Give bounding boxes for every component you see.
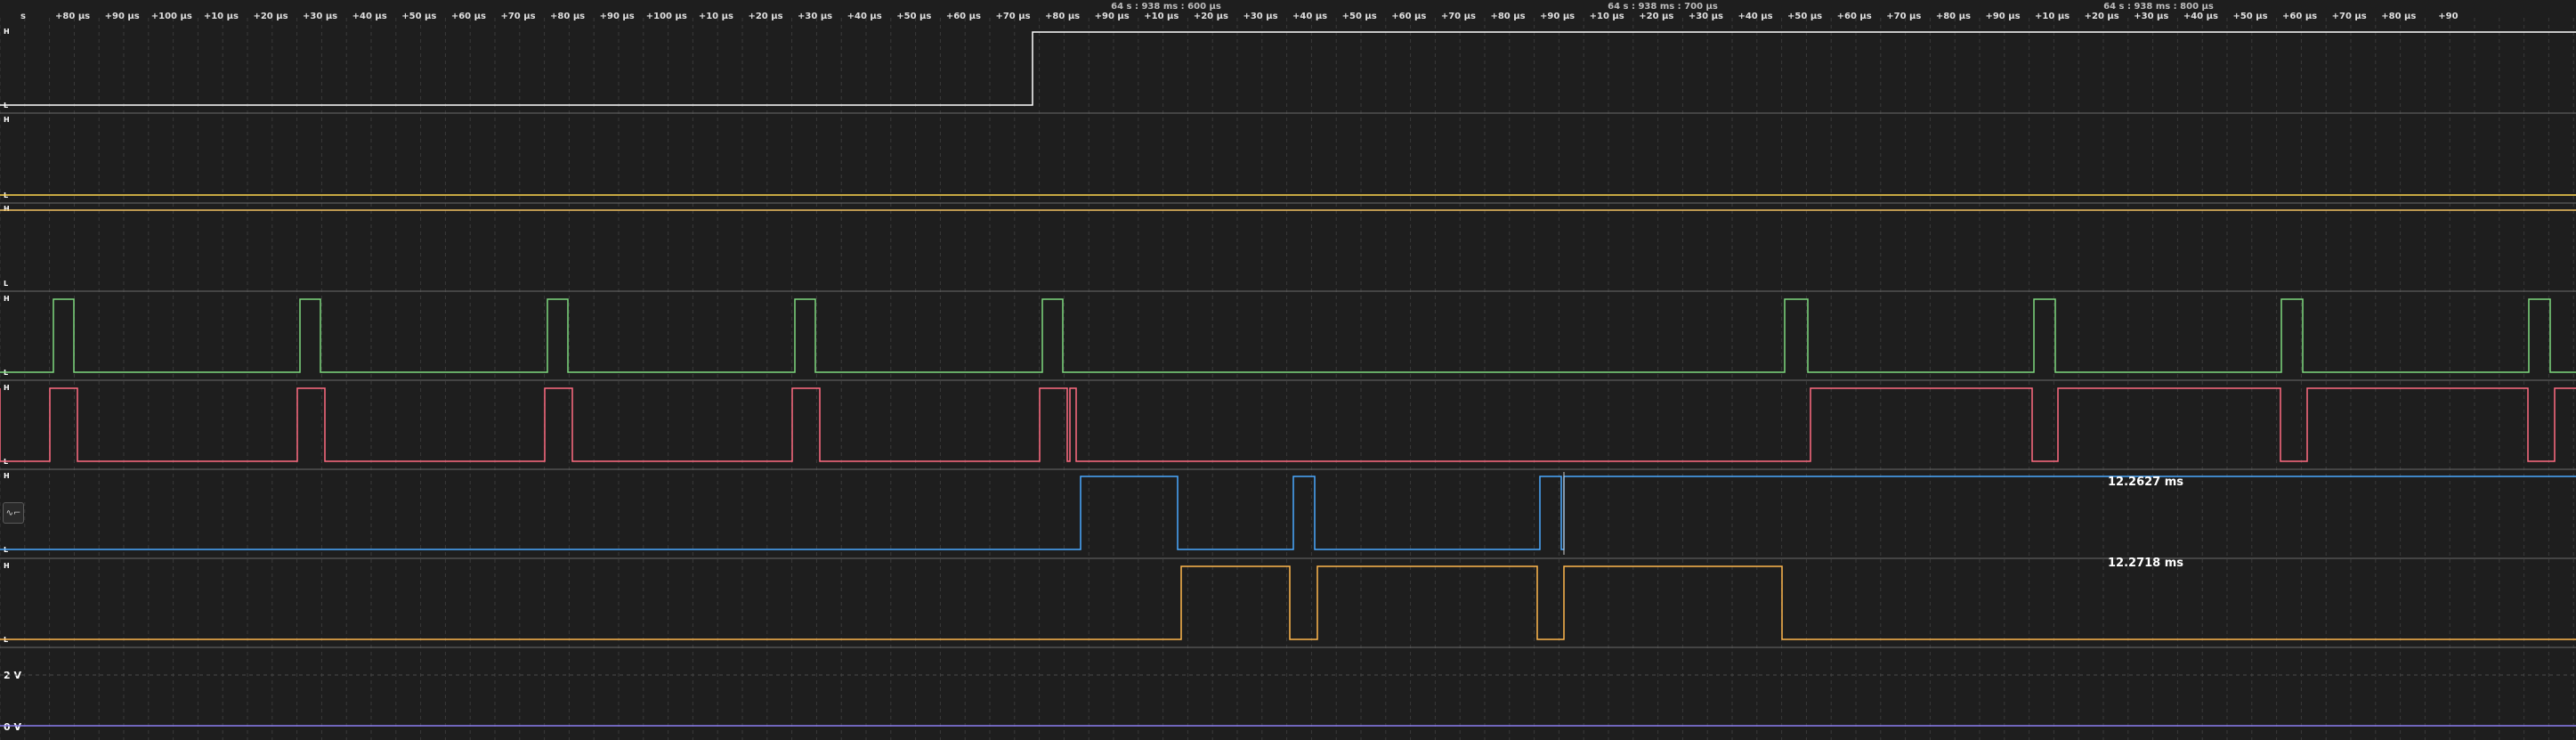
time-tick-label: +10 µs: [2035, 12, 2070, 21]
time-tick-label: +80 µs: [2381, 12, 2416, 21]
signal-trace-ch6: [0, 565, 2576, 640]
signal-trace-ch4: [0, 387, 2576, 462]
time-tick-label: +70 µs: [2332, 12, 2367, 21]
time-tick-label: +30 µs: [798, 12, 832, 21]
signal-trace-ch3: [0, 298, 2576, 373]
time-tick-label: +80 µs: [55, 12, 90, 21]
time-tick-label: +40 µs: [2183, 12, 2218, 21]
time-tick-label: +70 µs: [1886, 12, 1921, 21]
time-tick-label: +60 µs: [1391, 12, 1426, 21]
analog-bottom-label: 0 V: [4, 721, 21, 733]
time-tick-label: +80 µs: [1936, 12, 1971, 21]
time-tick-label: +30 µs: [303, 12, 337, 21]
time-tick-label: +90 µs: [1985, 12, 2020, 21]
time-tick-label: +20 µs: [2085, 12, 2119, 21]
time-tick-label: +20 µs: [1194, 12, 1228, 21]
time-major-label: 64 s : 938 ms : 700 µs: [1608, 2, 1718, 12]
time-tick-label: +10 µs: [1590, 12, 1624, 21]
time-tick-label: +80 µs: [1045, 12, 1080, 21]
time-tick-label: +20 µs: [253, 12, 288, 21]
signal-trace-ch0: [0, 31, 2576, 106]
time-tick-label: +80 µs: [550, 12, 585, 21]
time-tick-label: +30 µs: [2134, 12, 2168, 21]
time-tick-label: +50 µs: [401, 12, 436, 21]
time-tick-label: +40 µs: [1292, 12, 1327, 21]
level-high-label: H: [4, 116, 10, 124]
time-tick-label: +10 µs: [699, 12, 733, 21]
time-major-label: 64 s : 938 ms : 800 µs: [2103, 2, 2214, 12]
time-tick-label: +10 µs: [204, 12, 239, 21]
time-tick-label: +100 µs: [151, 12, 192, 21]
time-tick-label: +70 µs: [995, 12, 1030, 21]
time-tick-label: +10 µs: [1144, 12, 1179, 21]
time-tick-label: +90 µs: [600, 12, 635, 21]
time-tick-label: +80 µs: [1490, 12, 1525, 21]
signal-trace-ch5: [0, 476, 2576, 550]
time-tick-label: +50 µs: [1787, 12, 1822, 21]
time-major-label: 64 s : 938 ms : 600 µs: [1111, 2, 1221, 12]
time-tick-label: +20 µs: [748, 12, 782, 21]
waveform-tool-icon: ∿⌐: [5, 508, 21, 518]
time-tick-label: +40 µs: [352, 12, 387, 21]
time-tick-label: +60 µs: [451, 12, 486, 21]
level-high-label: H: [4, 384, 10, 392]
time-tick-label: +90 µs: [105, 12, 140, 21]
time-tick-label: +70 µs: [1441, 12, 1476, 21]
time-tick-label: +90: [2438, 12, 2458, 21]
level-high-label: H: [4, 472, 10, 480]
time-tick-label: +40 µs: [1738, 12, 1772, 21]
measure-tool-button[interactable]: ∿⌐: [3, 502, 24, 524]
level-high-label: H: [4, 205, 10, 213]
time-tick-label: +60 µs: [2282, 12, 2317, 21]
time-tick-label: +70 µs: [500, 12, 535, 21]
time-tick-label: +90 µs: [1540, 12, 1575, 21]
time-tick-label: s: [20, 12, 26, 21]
measurement-label: 12.2627 ms: [2108, 476, 2183, 489]
measurement-label: 12.2718 ms: [2108, 557, 2183, 570]
time-tick-label: +60 µs: [946, 12, 981, 21]
time-tick-label: +30 µs: [1243, 12, 1277, 21]
level-high-label: H: [4, 562, 10, 570]
time-tick-label: +50 µs: [1342, 12, 1377, 21]
analog-top-label: 2 V: [4, 670, 21, 681]
time-tick-label: +20 µs: [1639, 12, 1673, 21]
time-tick-label: +30 µs: [1689, 12, 1723, 21]
time-tick-label: +50 µs: [896, 12, 931, 21]
time-tick-label: +60 µs: [1837, 12, 1872, 21]
waveform-plot[interactable]: s +80 µs +90 µs +100 µs +10 µs +20 µs +30 µs +4…: [0, 0, 2576, 740]
level-high-label: H: [4, 295, 10, 303]
level-high-label: H: [4, 28, 10, 36]
time-tick-label: +50 µs: [2232, 12, 2267, 21]
time-tick-label: +100 µs: [646, 12, 687, 21]
time-tick-label: +90 µs: [1095, 12, 1130, 21]
level-low-label: L: [4, 280, 8, 288]
time-tick-label: +40 µs: [847, 12, 882, 21]
